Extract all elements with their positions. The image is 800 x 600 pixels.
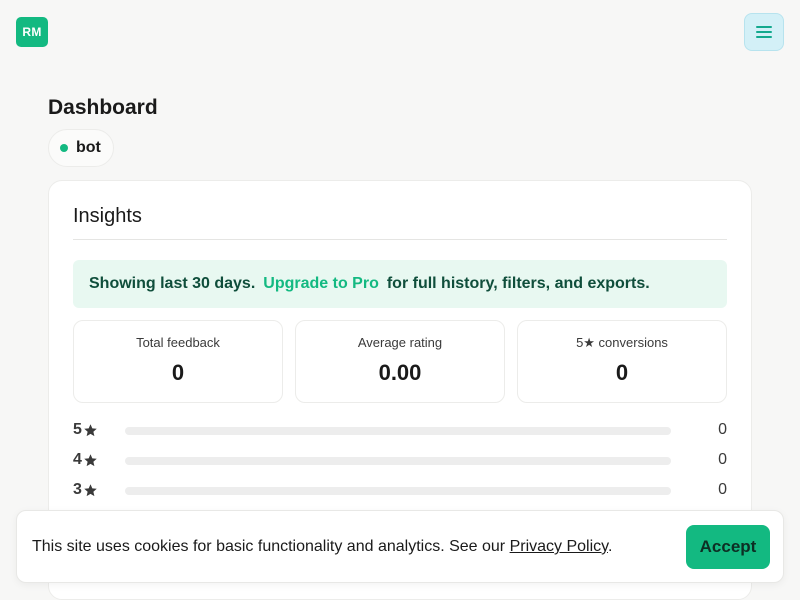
top-bar: RM xyxy=(0,0,800,64)
upgrade-link[interactable]: Upgrade to Pro xyxy=(263,275,379,293)
stat-five-star-conversions: 5★ conversions 0 xyxy=(517,320,727,403)
divider xyxy=(73,239,727,240)
stat-label: 5★ conversions xyxy=(576,335,668,350)
stat-label: Average rating xyxy=(357,335,443,350)
rating-bar-track xyxy=(125,487,671,495)
accept-button[interactable]: Accept xyxy=(686,525,770,569)
stat-total-feedback: Total feedback 0 xyxy=(73,320,283,403)
stat-value: 0 xyxy=(615,360,629,385)
star-icon xyxy=(84,453,97,466)
rating-label: 5 xyxy=(73,421,98,439)
hamburger-icon xyxy=(756,26,772,38)
insights-title: Insights xyxy=(73,205,142,227)
rating-row-4: 4 0 xyxy=(73,451,727,471)
rating-label: 4 xyxy=(73,451,98,469)
rating-bar-track xyxy=(125,427,671,435)
stat-value: 0.00 xyxy=(378,360,422,385)
rating-label: 3 xyxy=(73,481,98,499)
banner-prefix: Showing last 30 days. xyxy=(89,275,256,292)
banner-suffix: for full history, filters, and exports. xyxy=(386,275,650,292)
cookie-message: This site uses cookies for basic functio… xyxy=(32,538,612,556)
cookie-banner: This site uses cookies for basic functio… xyxy=(16,510,784,583)
status-dot xyxy=(60,144,68,152)
upgrade-banner: Showing last 30 days. Upgrade to Pro for… xyxy=(73,260,727,308)
rating-row-3: 3 0 xyxy=(73,481,727,501)
rating-count: 0 xyxy=(718,451,727,468)
page-title: Dashboard xyxy=(48,96,158,119)
rating-value: 4 xyxy=(73,451,82,468)
rating-value: 3 xyxy=(73,481,82,498)
stat-value: 0 xyxy=(171,360,185,385)
rating-count: 0 xyxy=(718,481,727,498)
stat-label: Total feedback xyxy=(136,335,220,350)
rating-bar-track xyxy=(125,457,671,465)
star-icon xyxy=(84,423,97,436)
logo[interactable]: RM xyxy=(16,17,48,47)
bot-label: bot xyxy=(76,139,101,156)
rating-value: 5 xyxy=(73,421,82,438)
stat-average-rating: Average rating 0.00 xyxy=(295,320,505,403)
star-icon xyxy=(84,483,97,496)
cookie-period: . xyxy=(607,538,613,555)
rating-row-5: 5 0 xyxy=(73,421,727,441)
rating-count: 0 xyxy=(718,421,727,438)
privacy-policy-link[interactable]: Privacy Policy xyxy=(510,538,608,555)
bot-selector[interactable]: bot xyxy=(48,129,114,167)
cookie-text: This site uses cookies for basic functio… xyxy=(32,538,506,555)
menu-button[interactable] xyxy=(744,13,784,51)
